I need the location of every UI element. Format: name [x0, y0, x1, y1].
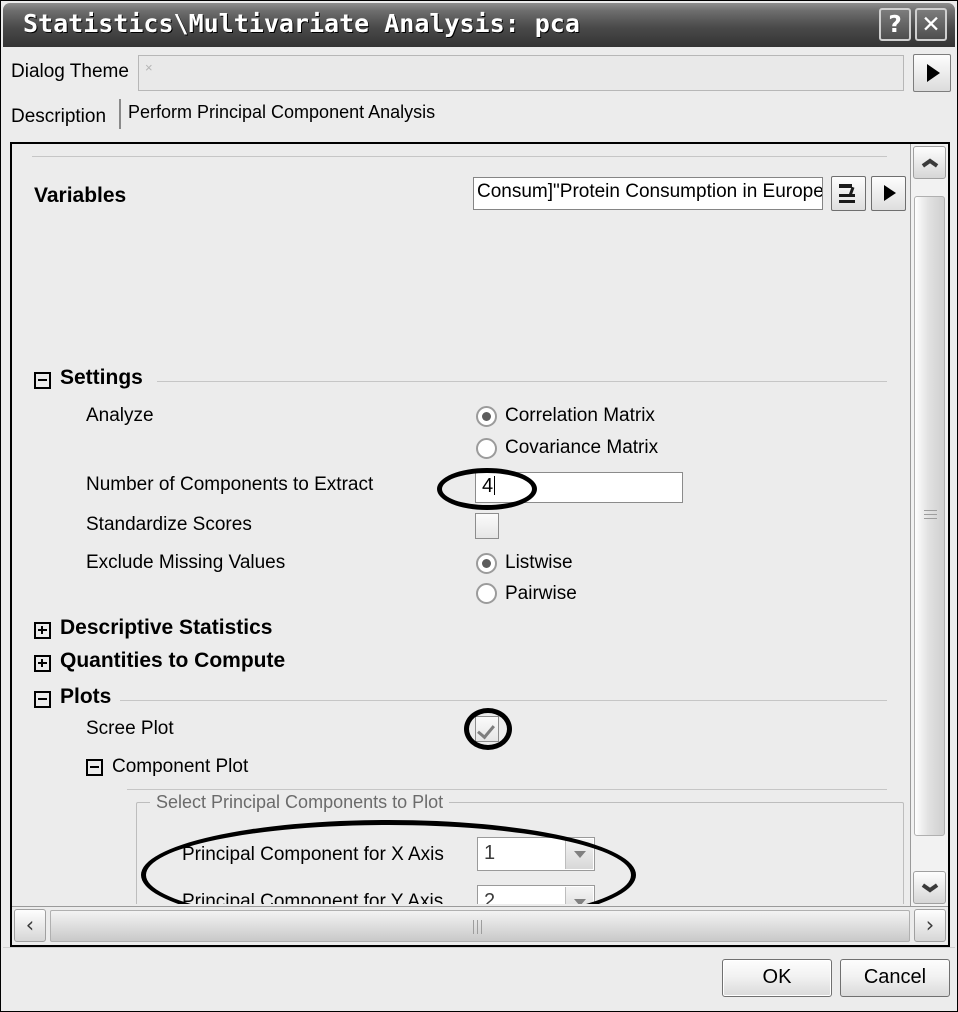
checkbox-standardize-scores[interactable]	[475, 513, 499, 539]
settings-header: Settings	[60, 366, 143, 389]
dialog-theme-label: Dialog Theme	[11, 61, 129, 82]
scroll-right-button[interactable]: ›	[914, 909, 946, 942]
descriptive-statistics-expander[interactable]	[34, 622, 51, 639]
component-plot-label: Component Plot	[112, 756, 249, 777]
radio-correlation-matrix[interactable]	[476, 406, 497, 427]
vertical-scrollbar[interactable]	[910, 144, 948, 906]
quantities-to-compute-header: Quantities to Compute	[60, 649, 286, 672]
settings-expander[interactable]	[34, 372, 51, 389]
radio-listwise-label: Listwise	[505, 552, 573, 573]
dialog-theme-input[interactable]: ×	[138, 55, 904, 91]
scroll-grip-icon	[473, 920, 487, 934]
radio-listwise[interactable]	[476, 553, 497, 574]
settings-header-line	[157, 381, 887, 382]
settings-panel: Variables Consum]"Protein Consumption in…	[10, 142, 950, 947]
description-row: Description Perform Principal Component …	[5, 99, 955, 133]
description-label: Description	[11, 106, 107, 127]
dialog-theme-row: Dialog Theme ×	[5, 51, 955, 95]
num-components-value: 4	[482, 475, 494, 497]
radio-covariance-matrix[interactable]	[476, 438, 497, 459]
standardize-scores-label: Standardize Scores	[86, 514, 252, 535]
vertical-scroll-thumb[interactable]	[914, 196, 945, 836]
description-value: Perform Principal Component Analysis	[119, 99, 955, 129]
pc-x-axis-label: Principal Component for X Axis	[182, 844, 444, 865]
chevron-up-icon	[922, 158, 937, 167]
combo-pc-x-axis[interactable]: 1	[477, 837, 595, 871]
variable-list-icon	[839, 183, 859, 204]
scree-plot-label: Scree Plot	[86, 718, 174, 739]
settings-content: Variables Consum]"Protein Consumption in…	[12, 144, 908, 904]
analyze-label: Analyze	[86, 405, 154, 426]
radio-covariance-matrix-label: Covariance Matrix	[505, 437, 659, 458]
radio-correlation-matrix-label: Correlation Matrix	[505, 405, 655, 426]
play-arrow-icon	[884, 185, 896, 201]
scroll-up-button[interactable]	[913, 146, 946, 179]
chevron-down-icon[interactable]	[565, 887, 593, 904]
select-components-groupbox-title: Select Principal Components to Plot	[150, 792, 450, 813]
variable-select-icon[interactable]	[831, 176, 866, 211]
settings-scroll-area: Variables Consum]"Protein Consumption in…	[12, 144, 908, 904]
cancel-button[interactable]: Cancel	[840, 959, 950, 997]
exclude-missing-label: Exclude Missing Values	[86, 552, 286, 573]
scroll-grip-icon	[924, 510, 937, 522]
variables-go-button[interactable]	[871, 176, 906, 211]
text-caret	[494, 476, 496, 495]
window-title: Statistics\Multivariate Analysis: pca	[23, 9, 580, 38]
num-components-label: Number of Components to Extract	[86, 474, 374, 495]
radio-pairwise-label: Pairwise	[505, 583, 577, 604]
quantities-to-compute-expander[interactable]	[34, 655, 51, 672]
variables-label: Variables	[34, 184, 127, 207]
pc-y-axis-label: Principal Component for Y Axis	[182, 891, 444, 904]
plots-header-line	[120, 700, 887, 701]
num-components-input[interactable]: 4	[475, 472, 683, 503]
chevron-down-icon[interactable]	[565, 839, 593, 869]
close-button[interactable]: ✕	[915, 8, 947, 41]
dialog-window: Statistics\Multivariate Analysis: pca ? …	[0, 0, 958, 1012]
title-bar: Statistics\Multivariate Analysis: pca ? …	[3, 3, 955, 47]
top-divider	[32, 156, 887, 157]
help-button[interactable]: ?	[879, 8, 911, 41]
descriptive-statistics-header: Descriptive Statistics	[60, 616, 273, 639]
scroll-left-button[interactable]: ‹	[14, 909, 46, 942]
dialog-theme-expand-button[interactable]	[913, 54, 951, 92]
chevron-down-icon	[922, 883, 937, 892]
radio-pairwise[interactable]	[476, 583, 497, 604]
combo-pc-y-axis[interactable]: 2	[477, 885, 595, 904]
combo-pc-y-axis-value: 2	[484, 890, 496, 904]
horizontal-scroll-thumb[interactable]	[50, 910, 910, 942]
dialog-footer: OK Cancel	[3, 947, 955, 1009]
variables-input[interactable]: Consum]"Protein Consumption in Europe"	[473, 177, 823, 210]
footer-divider	[3, 947, 955, 948]
plots-header: Plots	[60, 685, 112, 708]
scroll-down-button[interactable]	[913, 871, 946, 904]
title-bar-buttons: ? ✕	[879, 8, 947, 41]
ok-button[interactable]: OK	[722, 959, 832, 997]
combo-pc-x-axis-value: 1	[484, 842, 496, 864]
horizontal-scrollbar[interactable]: ‹ ›	[12, 906, 948, 945]
component-plot-line	[127, 789, 887, 790]
plots-expander[interactable]	[34, 691, 51, 708]
checkbox-scree-plot[interactable]	[475, 716, 499, 742]
component-plot-expander[interactable]	[86, 759, 103, 776]
